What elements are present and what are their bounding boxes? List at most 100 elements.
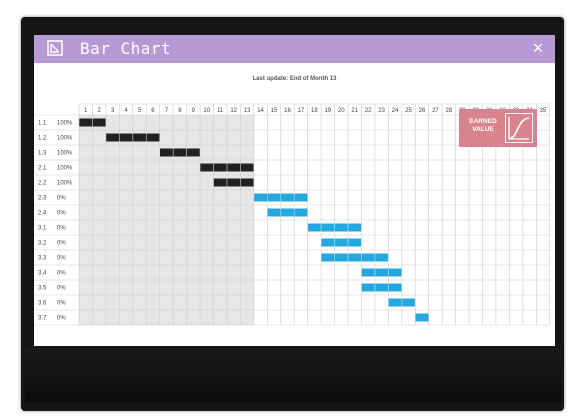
task-bar-segment[interactable] bbox=[375, 283, 389, 292]
task-bar-segment[interactable] bbox=[361, 253, 375, 262]
task-bar-segment[interactable] bbox=[348, 223, 362, 232]
month-tick-label: 21 bbox=[351, 108, 358, 114]
month-tick-label: 28 bbox=[446, 108, 453, 114]
task-bar-segment[interactable] bbox=[146, 133, 160, 142]
month-tick-label: 22 bbox=[365, 108, 372, 114]
task-bar-segment[interactable] bbox=[267, 193, 281, 202]
month-tick-label: 4 bbox=[124, 108, 128, 114]
earned-value-line2: VALUE bbox=[472, 126, 494, 133]
month-tick-label: 10 bbox=[203, 108, 210, 114]
s-curve-icon bbox=[505, 113, 533, 143]
task-progress-label: 0% bbox=[57, 286, 66, 292]
task-id-label: 1.2 bbox=[38, 136, 47, 142]
task-id-label: 2.1 bbox=[38, 166, 47, 172]
bar-chart-window: Bar Chart × Last update: End of Month 13… bbox=[34, 35, 555, 346]
task-bar-segment[interactable] bbox=[348, 253, 362, 262]
task-bar-segment[interactable] bbox=[334, 223, 348, 232]
task-bar-segment[interactable] bbox=[375, 268, 389, 277]
task-bar-segment[interactable] bbox=[321, 253, 335, 262]
task-bar-segment[interactable] bbox=[388, 298, 402, 307]
task-progress-label: 0% bbox=[57, 301, 66, 307]
task-bar-segment[interactable] bbox=[375, 253, 389, 262]
month-tick-label: 27 bbox=[432, 108, 439, 114]
month-tick-label: 5 bbox=[138, 108, 142, 114]
month-tick-label: 35 bbox=[540, 108, 547, 114]
task-bar-segment[interactable] bbox=[415, 313, 429, 322]
task-bar-segment[interactable] bbox=[92, 118, 106, 127]
task-id-label: 2.2 bbox=[38, 181, 47, 187]
task-id-label: 1.1 bbox=[38, 121, 47, 127]
task-progress-label: 100% bbox=[57, 151, 73, 157]
task-id-label: 3.5 bbox=[38, 286, 47, 292]
gantt-chart: 1 2 3 4 5 6 7 8 9 10 11 12 13 14 15 16 17 18 19 20 21 22 23 24 2… bbox=[34, 103, 551, 326]
task-progress-label: 0% bbox=[57, 226, 66, 232]
task-bar-segment[interactable] bbox=[227, 163, 241, 172]
month-tick-label: 24 bbox=[392, 108, 399, 114]
task-bar-segment[interactable] bbox=[186, 148, 200, 157]
task-id-label: 1.3 bbox=[38, 151, 47, 157]
month-tick-label: 6 bbox=[151, 108, 155, 114]
task-bar-segment[interactable] bbox=[200, 163, 214, 172]
task-bar-segment[interactable] bbox=[321, 223, 335, 232]
task-bar-segment[interactable] bbox=[133, 133, 146, 142]
task-bar-segment[interactable] bbox=[281, 193, 294, 202]
task-bar-segment[interactable] bbox=[227, 178, 241, 187]
task-bar-segment[interactable] bbox=[334, 238, 348, 247]
task-bar-segment[interactable] bbox=[388, 283, 402, 292]
month-tick-label: 14 bbox=[257, 108, 264, 114]
task-progress-label: 100% bbox=[57, 121, 73, 127]
task-progress-label: 0% bbox=[57, 241, 66, 247]
month-tick-label: 3 bbox=[111, 108, 115, 114]
task-progress-label: 100% bbox=[57, 136, 73, 142]
month-tick-label: 9 bbox=[192, 108, 196, 114]
task-progress-label: 0% bbox=[57, 256, 66, 262]
task-bar-segment[interactable] bbox=[294, 193, 308, 202]
month-tick-label: 12 bbox=[230, 108, 237, 114]
task-id-label: 3.6 bbox=[38, 301, 47, 307]
task-bar-segment[interactable] bbox=[321, 238, 335, 247]
task-id-label: 3.4 bbox=[38, 271, 47, 277]
task-bar-segment[interactable] bbox=[388, 268, 402, 277]
month-tick-label: 18 bbox=[311, 108, 318, 114]
task-bar-segment[interactable] bbox=[348, 238, 362, 247]
task-bar-segment[interactable] bbox=[213, 163, 227, 172]
task-progress-label: 0% bbox=[57, 211, 66, 217]
task-bar-segment[interactable] bbox=[213, 178, 227, 187]
task-bar-segment[interactable] bbox=[160, 148, 173, 157]
task-id-label: 3.7 bbox=[38, 316, 47, 322]
task-bar-segment[interactable] bbox=[254, 193, 267, 202]
task-bar-segment[interactable] bbox=[106, 133, 120, 142]
task-id-label: 3.1 bbox=[38, 226, 47, 232]
task-progress-label: 100% bbox=[57, 166, 73, 172]
monitor-base bbox=[25, 348, 562, 402]
task-bar-segment[interactable] bbox=[307, 223, 321, 232]
task-bar-segment[interactable] bbox=[402, 298, 415, 307]
earned-value-line1: EARNED bbox=[469, 118, 497, 125]
task-bar-segment[interactable] bbox=[173, 148, 187, 157]
task-id-label: 3.3 bbox=[38, 256, 47, 262]
task-bar-segment[interactable] bbox=[281, 208, 294, 217]
month-tick-label: 16 bbox=[284, 108, 291, 114]
task-id-label: 2.4 bbox=[38, 211, 47, 217]
month-tick-label: 7 bbox=[165, 108, 169, 114]
task-progress-label: 0% bbox=[57, 271, 66, 277]
month-tick-label: 19 bbox=[324, 108, 331, 114]
month-tick-label: 15 bbox=[271, 108, 278, 114]
task-bar-segment[interactable] bbox=[267, 208, 281, 217]
task-bar-segment[interactable] bbox=[361, 268, 375, 277]
task-bar-segment[interactable] bbox=[294, 208, 308, 217]
task-bar-segment[interactable] bbox=[240, 178, 254, 187]
task-bar-segment[interactable] bbox=[79, 118, 93, 127]
earned-value-button[interactable]: EARNED VALUE bbox=[459, 109, 537, 147]
task-bar-segment[interactable] bbox=[334, 253, 348, 262]
task-bar-segment[interactable] bbox=[240, 163, 254, 172]
month-tick-label: 26 bbox=[419, 108, 426, 114]
month-tick-label: 17 bbox=[298, 108, 305, 114]
task-id-label: 3.2 bbox=[38, 241, 47, 247]
task-bar-segment[interactable] bbox=[361, 283, 375, 292]
month-tick-label: 2 bbox=[98, 108, 102, 114]
task-progress-label: 0% bbox=[57, 316, 66, 322]
month-tick-label: 25 bbox=[405, 108, 412, 114]
task-progress-label: 100% bbox=[57, 181, 73, 187]
task-bar-segment[interactable] bbox=[119, 133, 133, 142]
